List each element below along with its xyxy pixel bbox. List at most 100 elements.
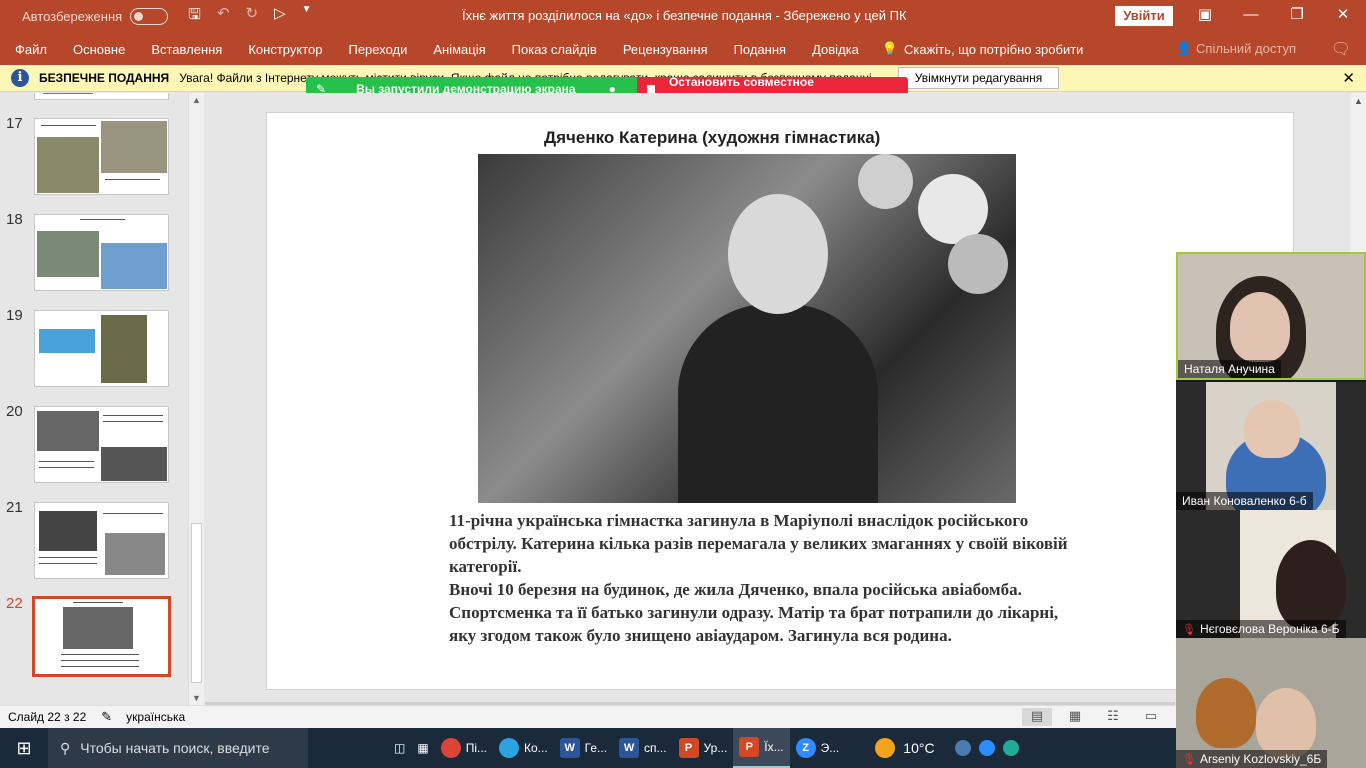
thumb-text (103, 513, 163, 514)
quick-access-toolbar: 🖫 ↶ ↻ ▷ ▼ (188, 4, 311, 29)
tab-design[interactable]: Конструктор (235, 42, 335, 57)
calculator-icon[interactable]: ▦ (411, 728, 434, 768)
taskbar-app-word-2[interactable]: Wсп... (613, 728, 673, 768)
taskbar-app-powerpoint-1[interactable]: P Ур... (673, 728, 734, 768)
slide-thumbnail-21[interactable] (34, 502, 169, 579)
enable-editing-button[interactable]: Увімкнути редагування (898, 67, 1059, 89)
info-icon: i (11, 69, 29, 87)
tab-review[interactable]: Рецензування (610, 42, 721, 57)
taskbar-search[interactable]: ⚲ Чтобы начать поиск, введите (48, 728, 308, 768)
search-placeholder: Чтобы начать поиск, введите (80, 740, 270, 756)
tab-view[interactable]: Подання (721, 42, 800, 57)
tab-help[interactable]: Довідка (799, 42, 872, 57)
paragraph: Вночі 10 березня на будинок, де жила Дяч… (449, 580, 1059, 645)
slide-thumbnail-20[interactable] (34, 406, 169, 483)
video-gallery: Наталя Анучина Иван Коноваленко 6-б 🎙 Нєг… (1176, 252, 1366, 768)
tab-file[interactable]: Файл (0, 42, 60, 57)
undo-icon[interactable]: ↶ (217, 4, 230, 29)
protected-view-title: БЕЗПЕЧНЕ ПОДАННЯ (39, 71, 170, 85)
slideshow-icon[interactable]: ▷ (274, 4, 286, 29)
taskbar-app-telegram[interactable]: Ко... (493, 728, 554, 768)
signin-button[interactable]: Увійти (1115, 6, 1173, 26)
close-icon[interactable]: ✕ (1342, 69, 1355, 87)
slide-title[interactable]: Дяченко Катерина (художня гімнастика) (544, 128, 880, 148)
slide-number: 20 (6, 403, 23, 420)
tab-slideshow[interactable]: Показ слайдів (499, 42, 610, 57)
slide-body-text[interactable]: 11-річна українська гімнастка загинула в… (449, 509, 1089, 647)
autosave[interactable]: Автозбереження (22, 8, 169, 25)
video-tile[interactable]: Наталя Анучина (1176, 252, 1366, 380)
tab-animations[interactable]: Анімація (420, 42, 498, 57)
face-shape (1230, 292, 1290, 362)
tab-home[interactable]: Основне (60, 42, 138, 57)
autosave-toggle[interactable] (130, 8, 169, 25)
thumb-image (39, 329, 95, 353)
tell-me-box[interactable]: 💡 Скажіть, що потрібно зробити (882, 41, 1084, 57)
slide-counter: Слайд 22 з 22 (8, 710, 87, 724)
thumb-text (73, 602, 123, 603)
customize-icon[interactable]: ▼ (302, 4, 312, 29)
tray-app-icon[interactable] (954, 740, 971, 756)
scroll-down-icon[interactable]: ▼ (192, 693, 201, 703)
gymnast-photo[interactable] (478, 154, 1016, 503)
normal-view-icon[interactable]: ▤ (1022, 708, 1052, 726)
weather-widget[interactable]: 10°C (875, 738, 935, 758)
participant-name: 🎙 Нєговєлова Вероніка 6-Б (1176, 620, 1346, 638)
thumb-text (103, 415, 163, 416)
slide-thumbnails-pane: 17 18 19 20 21 22 ▲ ▼ (0, 93, 204, 705)
thumb-text (61, 654, 139, 655)
ribbon-display-icon[interactable]: ▣ (1182, 0, 1228, 33)
video-tile[interactable]: 🎙 Arseniy Kozlovskiy_6Б (1176, 638, 1366, 768)
thumbnails-scrollbar[interactable]: ▲ ▼ (188, 93, 204, 705)
tab-insert[interactable]: Вставлення (138, 42, 235, 57)
presenter-view-icon[interactable]: ▭ (1136, 708, 1166, 726)
taskbar-app-powerpoint-2[interactable]: P Їх... (733, 728, 790, 768)
taskbar-app-zoom[interactable]: Z Э... (790, 728, 846, 768)
taskbar-app-chrome[interactable]: Пі... (435, 728, 493, 768)
thumb-image (39, 511, 97, 551)
task-view-icon[interactable]: ◫ (388, 728, 411, 768)
windows-start-icon[interactable]: ⊞ (0, 738, 48, 759)
telegram-icon (498, 738, 519, 758)
stop-icon (647, 85, 655, 93)
tray-app-icon[interactable] (1002, 740, 1019, 756)
current-slide[interactable]: Дяченко Катерина (художня гімнастика) 11… (266, 112, 1294, 690)
thumb-image (101, 243, 167, 289)
video-tile[interactable]: Иван Коноваленко 6-б (1176, 382, 1366, 510)
slide-thumbnail-18[interactable] (34, 214, 169, 291)
proofing-icon[interactable]: ✎ (101, 709, 112, 725)
language-indicator[interactable]: українська (126, 710, 185, 724)
thumb-image (101, 121, 167, 173)
tray-app-icon[interactable] (978, 740, 995, 756)
scroll-thumb[interactable] (191, 523, 202, 683)
comment-icon[interactable]: 🗨 (1331, 39, 1351, 59)
slide-sorter-icon[interactable]: ▦ (1060, 708, 1090, 726)
lightbulb-icon: 💡 (881, 41, 899, 56)
reading-view-icon[interactable]: ☷ (1098, 708, 1128, 726)
maximize-icon[interactable]: ❐ (1274, 0, 1320, 33)
app-label: Ур... (703, 741, 728, 755)
app-label: Э... (820, 741, 840, 755)
slide-thumbnail-22[interactable] (32, 596, 171, 677)
redo-icon[interactable]: ↻ (246, 4, 259, 29)
participant-name: Наталя Анучина (1178, 360, 1281, 378)
taskbar-app-word-1[interactable]: W Ге... (554, 728, 613, 768)
powerpoint-icon: P (739, 737, 760, 757)
scroll-up-icon[interactable]: ▲ (192, 95, 201, 105)
tab-transitions[interactable]: Переходи (335, 42, 420, 57)
minimize-icon[interactable]: — (1228, 0, 1274, 33)
share-button[interactable]: 👤 Спільний доступ (1176, 41, 1296, 57)
close-icon[interactable]: ✕ (1320, 0, 1366, 33)
slide-thumbnail-19[interactable] (34, 310, 169, 387)
scroll-up-icon[interactable]: ▲ (1354, 96, 1363, 106)
editor-scrollbar[interactable]: ▲ (1350, 93, 1366, 253)
slide-thumbnail-17[interactable] (34, 118, 169, 195)
save-icon[interactable]: 🖫 (188, 4, 201, 29)
thumb-image (37, 137, 99, 193)
window-controls: ▣ — ❐ ✕ (1182, 0, 1366, 33)
thumb-text (103, 421, 163, 422)
system-tray (954, 740, 1019, 756)
participant-shape (1276, 540, 1346, 630)
video-tile[interactable]: 🎙 Нєговєлова Вероніка 6-Б (1176, 510, 1366, 638)
slide-thumbnail-16[interactable] (34, 93, 169, 100)
